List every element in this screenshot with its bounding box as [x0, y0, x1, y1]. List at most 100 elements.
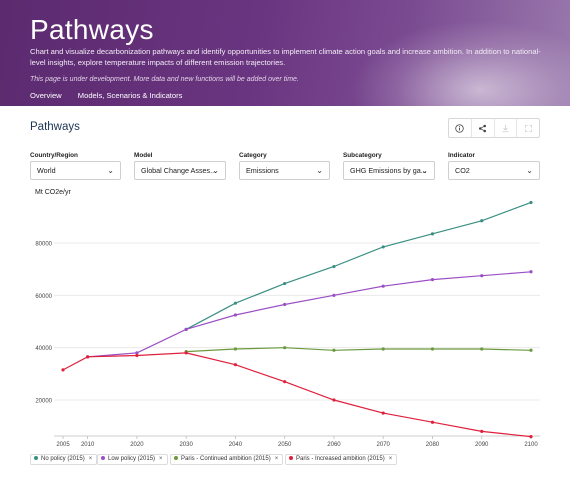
- legend-color-dot: [34, 456, 38, 461]
- data-point: [86, 355, 90, 359]
- series-line-2: [87, 271, 532, 358]
- download-icon[interactable]: [495, 119, 518, 137]
- legend-color-dot: [289, 456, 293, 461]
- data-point: [283, 302, 287, 307]
- close-icon[interactable]: ×: [275, 456, 279, 462]
- data-point: [529, 435, 533, 439]
- data-point: [233, 313, 238, 317]
- data-point: [233, 363, 238, 367]
- x-tick-label: 2090: [475, 442, 489, 448]
- legend-label: Paris - Continued ambition (2015): [181, 456, 271, 462]
- page-description: Chart and visualize decarbonization path…: [30, 47, 541, 67]
- section-title: Pathways: [30, 121, 80, 133]
- data-point: [381, 245, 385, 249]
- data-point: [332, 348, 336, 352]
- x-tick-label: 2080: [426, 442, 440, 448]
- series-line-3: [186, 347, 532, 353]
- x-tick-label: 2060: [327, 442, 341, 448]
- indicator-select-value: CO2: [455, 166, 470, 175]
- data-point: [283, 346, 287, 350]
- chevron-down-icon: ⌄: [526, 166, 533, 175]
- share-icon[interactable]: [472, 119, 495, 137]
- data-point: [529, 270, 533, 274]
- y-tick-label: 80000: [35, 242, 52, 248]
- x-tick-label: 2040: [229, 442, 243, 448]
- data-point: [332, 264, 336, 269]
- data-point: [430, 420, 435, 424]
- data-point: [332, 293, 336, 297]
- data-point: [430, 232, 435, 236]
- info-icon[interactable]: [449, 119, 472, 137]
- y-tick-label: 40000: [35, 346, 52, 352]
- data-point: [233, 301, 238, 305]
- data-point: [184, 351, 188, 355]
- model-select[interactable]: Global Change Asses... ⌄: [134, 161, 226, 180]
- data-point: [61, 368, 65, 372]
- close-icon[interactable]: ×: [159, 456, 163, 462]
- country-select-value: World: [37, 166, 56, 175]
- filter-label-category: Category: [239, 152, 267, 159]
- subcategory-select[interactable]: GHG Emissions by ga... ⌄: [343, 161, 435, 180]
- data-point: [233, 347, 238, 351]
- page-title: Pathways: [30, 14, 154, 45]
- chevron-down-icon: ⌄: [316, 166, 323, 175]
- page-header: Pathways Chart and visualize decarboniza…: [0, 0, 570, 106]
- legend-item[interactable]: No policy (2015) ×: [30, 454, 98, 465]
- data-point: [430, 347, 435, 351]
- chevron-down-icon: ⌄: [421, 166, 428, 175]
- close-icon[interactable]: ×: [389, 456, 393, 462]
- x-tick-label: 2010: [81, 442, 95, 448]
- y-tick-label: 20000: [35, 399, 52, 405]
- nav-overview[interactable]: Overview: [30, 91, 62, 100]
- data-point: [283, 281, 287, 286]
- y-tick-label: 60000: [35, 294, 52, 300]
- close-icon[interactable]: ×: [89, 456, 93, 462]
- chevron-down-icon: ⌄: [107, 166, 114, 175]
- filter-label-subcategory: Subcategory: [343, 152, 382, 159]
- category-select[interactable]: Emissions ⌄: [239, 161, 330, 180]
- country-select[interactable]: World ⌄: [30, 161, 121, 180]
- data-point: [135, 353, 139, 358]
- legend-item[interactable]: Paris - Continued ambition (2015) ×: [170, 454, 284, 465]
- data-point: [480, 347, 484, 351]
- data-point: [529, 348, 533, 352]
- data-point: [480, 429, 484, 433]
- series-line-1: [185, 201, 532, 330]
- x-tick-label: 2005: [56, 442, 70, 448]
- legend-label: Paris - Increased ambition (2015): [296, 456, 385, 462]
- header-nav: Overview Models, Scenarios & Indicators: [30, 91, 196, 100]
- legend-item[interactable]: Low policy (2015) ×: [97, 454, 168, 465]
- legend-label: Low policy (2015): [108, 456, 156, 462]
- data-point: [480, 274, 484, 278]
- pathways-chart: 20000 40000 60000 80000 2005 2010 2020 2030 2040…: [35, 200, 540, 448]
- x-tick-label: 2050: [278, 442, 292, 448]
- indicator-select[interactable]: CO2 ⌄: [448, 161, 540, 180]
- data-point: [381, 284, 385, 288]
- data-point: [381, 347, 385, 351]
- x-tick-label: 2020: [130, 442, 144, 448]
- data-point: [529, 200, 533, 205]
- development-note: This page is under development. More dat…: [30, 76, 299, 83]
- subcategory-select-value: GHG Emissions by ga...: [350, 166, 427, 175]
- expand-icon[interactable]: [517, 119, 539, 137]
- series-line-4: [62, 352, 532, 438]
- category-select-value: Emissions: [246, 166, 279, 175]
- data-point: [480, 219, 484, 223]
- data-point: [381, 411, 385, 415]
- data-point: [430, 278, 435, 282]
- legend-item[interactable]: Paris - Increased ambition (2015) ×: [285, 454, 398, 465]
- legend-color-dot: [101, 456, 105, 461]
- filter-label-model: Model: [134, 152, 153, 159]
- filter-label-indicator: Indicator: [448, 152, 475, 159]
- x-tick-label: 2070: [377, 442, 391, 448]
- filter-label-country: Country/Region: [30, 152, 78, 159]
- data-point: [283, 380, 287, 384]
- data-point: [332, 398, 336, 402]
- nav-models-scenarios-indicators[interactable]: Models, Scenarios & Indicators: [78, 91, 183, 100]
- chart-toolbar: [448, 118, 540, 138]
- legend-label: No policy (2015): [41, 456, 85, 462]
- x-tick-label: 2100: [524, 442, 538, 448]
- data-point: [184, 327, 188, 331]
- chevron-down-icon: ⌄: [212, 166, 219, 175]
- x-tick-label: 2030: [179, 442, 193, 448]
